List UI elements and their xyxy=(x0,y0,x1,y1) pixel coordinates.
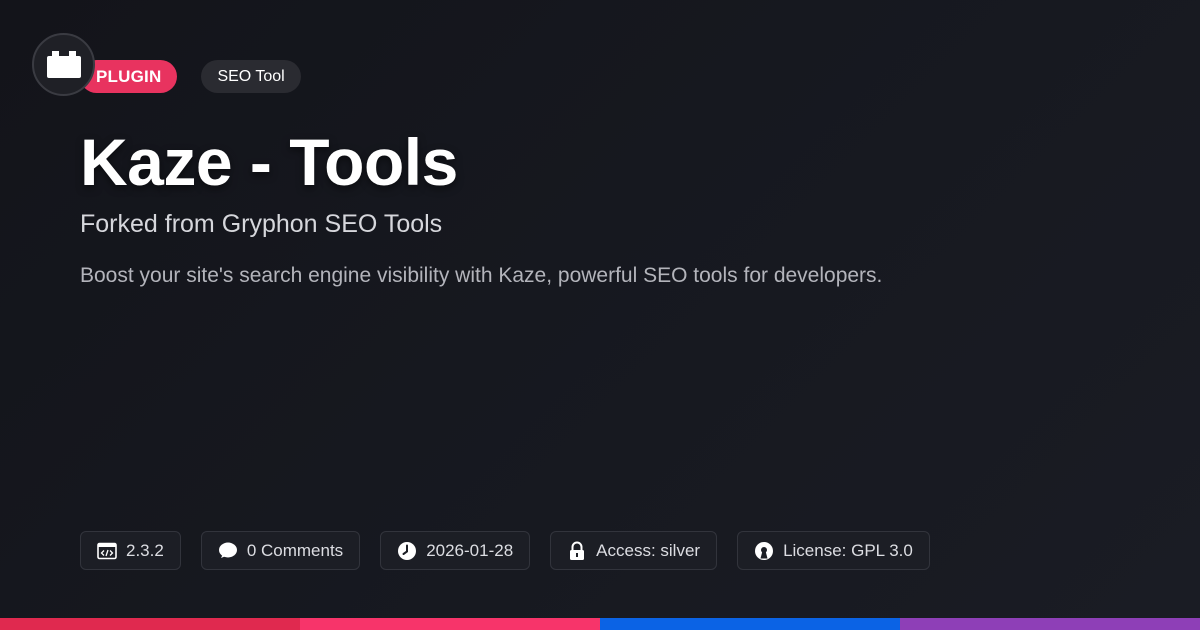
comment-icon xyxy=(218,541,238,561)
accent-bar xyxy=(0,618,1200,630)
category-badge[interactable]: SEO Tool xyxy=(201,60,301,93)
page-subtitle: Forked from Gryphon SEO Tools xyxy=(80,210,443,238)
lock-icon xyxy=(567,541,587,561)
license-text: License: GPL 3.0 xyxy=(783,540,913,560)
page-title: Kaze - Tools xyxy=(80,125,458,199)
clock-icon xyxy=(397,541,417,561)
plugin-block-icon xyxy=(46,50,81,78)
comments-chip[interactable]: 0 Comments xyxy=(200,531,361,570)
page-description: Boost your site's search engine visibili… xyxy=(80,264,883,287)
meta-row: 2.3.2 0 Comments 2026-01-28 Access: silv… xyxy=(80,531,930,570)
accent-bar-segment xyxy=(300,618,600,630)
access-text: Access: silver xyxy=(596,540,701,560)
accent-bar-segment xyxy=(0,618,300,630)
version-chip: 2.3.2 xyxy=(80,531,181,570)
date-chip: 2026-01-28 xyxy=(380,531,531,570)
code-window-icon xyxy=(97,541,117,561)
badge-row: PLUGIN SEO Tool xyxy=(80,60,301,93)
date-text: 2026-01-28 xyxy=(426,540,514,560)
open-source-icon xyxy=(754,541,774,561)
access-chip: Access: silver xyxy=(550,531,718,570)
accent-bar-segment xyxy=(600,618,900,630)
license-chip[interactable]: License: GPL 3.0 xyxy=(737,531,930,570)
version-text: 2.3.2 xyxy=(126,540,164,560)
accent-bar-segment xyxy=(900,618,1200,630)
comments-text: 0 Comments xyxy=(246,540,344,560)
plugin-logo xyxy=(32,33,95,96)
